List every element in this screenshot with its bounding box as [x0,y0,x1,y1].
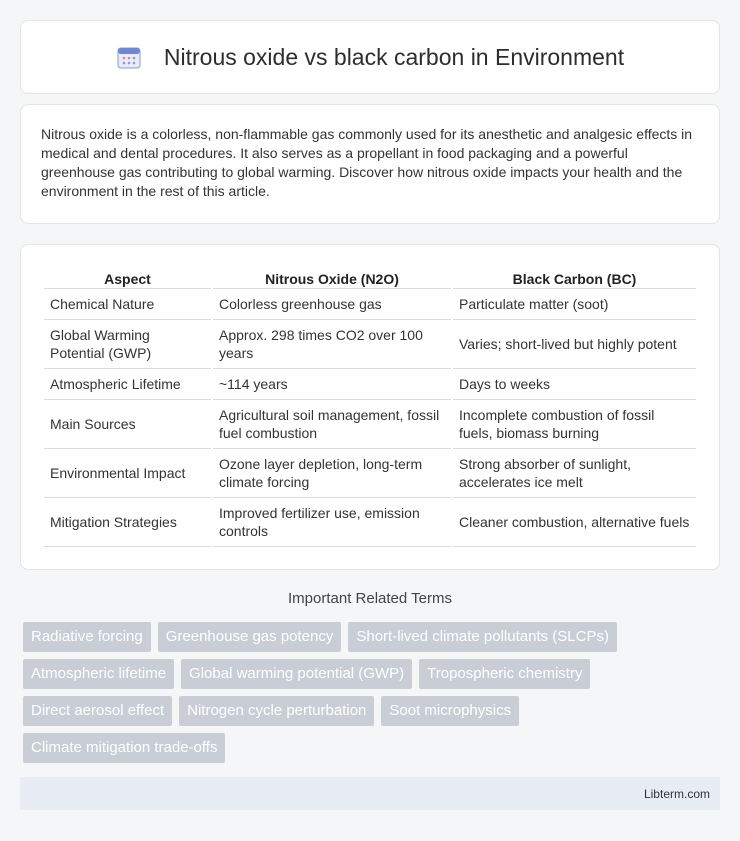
table-cell: Varies; short-lived but highly potent [453,320,696,369]
table-row: Global Warming Potential (GWP) Approx. 2… [44,320,696,369]
table-row: Chemical Nature Colorless greenhouse gas… [44,289,696,320]
related-term-tag[interactable]: Soot microphysics [381,696,520,726]
comparison-table: Aspect Nitrous Oxide (N2O) Black Carbon … [42,263,698,547]
table-cell: Incomplete combustion of fossil fuels, b… [453,400,696,449]
table-cell: Chemical Nature [44,289,211,320]
table-row: Atmospheric Lifetime ~114 years Days to … [44,369,696,400]
related-terms-list: Radiative forcing Greenhouse gas potency… [23,622,713,770]
related-term-tag[interactable]: Radiative forcing [23,622,151,652]
related-term-tag[interactable]: Climate mitigation trade-offs [23,733,226,763]
calendar-icon [116,44,142,70]
intro-card: Nitrous oxide is a colorless, non-flamma… [20,104,720,224]
table-header-row: Aspect Nitrous Oxide (N2O) Black Carbon … [44,263,696,289]
table-cell: Days to weeks [453,369,696,400]
title-card: Nitrous oxide vs black carbon in Environ… [20,20,720,94]
table-cell: Improved fertilizer use, emission contro… [213,498,451,547]
table-cell: Global Warming Potential (GWP) [44,320,211,369]
related-term-tag[interactable]: Greenhouse gas potency [157,622,342,652]
table-cell: ~114 years [213,369,451,400]
table-cell: Approx. 298 times CO2 over 100 years [213,320,451,369]
related-term-tag[interactable]: Atmospheric lifetime [23,659,175,689]
table-row: Mitigation Strategies Improved fertilize… [44,498,696,547]
comparison-table-card: Aspect Nitrous Oxide (N2O) Black Carbon … [20,244,720,570]
table-cell: Mitigation Strategies [44,498,211,547]
table-row: Main Sources Agricultural soil managemen… [44,400,696,449]
table-cell: Main Sources [44,400,211,449]
column-header: Aspect [44,263,211,289]
table-row: Environmental Impact Ozone layer depleti… [44,449,696,498]
related-terms-title: Important Related Terms [288,590,452,607]
related-term-tag[interactable]: Short-lived climate pollutants (SLCPs) [348,622,617,652]
column-header: Nitrous Oxide (N2O) [213,263,451,289]
related-term-tag[interactable]: Nitrogen cycle perturbation [179,696,375,726]
table-cell: Agricultural soil management, fossil fue… [213,400,451,449]
footer: Libterm.com [20,777,720,810]
table-cell: Atmospheric Lifetime [44,369,211,400]
related-term-tag[interactable]: Tropospheric chemistry [419,659,591,689]
table-cell: Strong absorber of sunlight, accelerates… [453,449,696,498]
table-cell: Ozone layer depletion, long-term climate… [213,449,451,498]
related-term-tag[interactable]: Direct aerosol effect [23,696,173,726]
table-cell: Particulate matter (soot) [453,289,696,320]
column-header: Black Carbon (BC) [453,263,696,289]
intro-text: Nitrous oxide is a colorless, non-flamma… [41,126,693,199]
table-cell: Cleaner combustion, alternative fuels [453,498,696,547]
table-cell: Colorless greenhouse gas [213,289,451,320]
related-term-tag[interactable]: Global warming potential (GWP) [181,659,413,689]
footer-site-link[interactable]: Libterm.com [644,787,710,801]
page-title: Nitrous oxide vs black carbon in Environ… [163,43,625,70]
table-cell: Environmental Impact [44,449,211,498]
